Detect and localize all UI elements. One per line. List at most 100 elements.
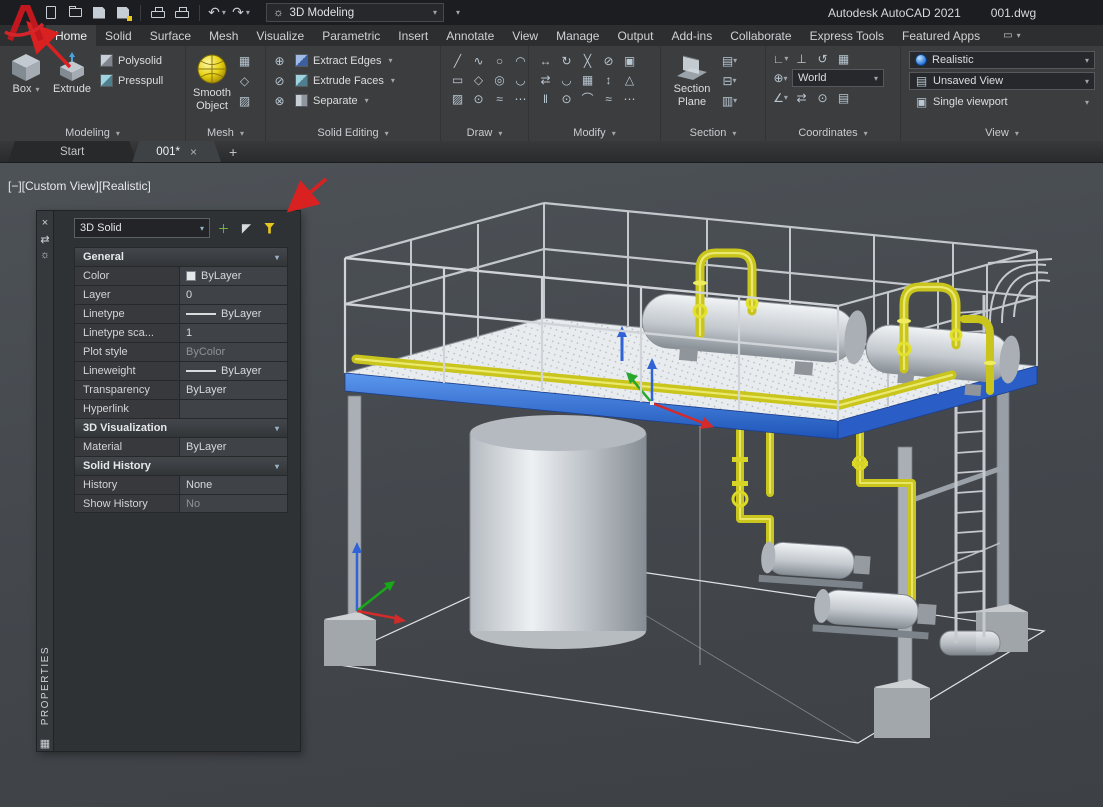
tab-manage[interactable]: Manage [547, 25, 608, 46]
extract-edges-button[interactable]: Extract Edges ▾ [292, 52, 398, 69]
modify-more-icon[interactable]: ⋯ [620, 90, 639, 107]
color-value[interactable]: ByLayer [179, 267, 287, 285]
subtract-icon[interactable]: ⊘ [270, 72, 289, 89]
ucs-dropdown[interactable]: World ▾ [792, 69, 884, 87]
save-icon[interactable] [88, 3, 110, 23]
extrude-faces-button[interactable]: Extrude Faces ▾ [292, 72, 398, 89]
line-icon[interactable]: ╱ [448, 52, 467, 69]
tab-featured-apps[interactable]: Featured Apps [893, 25, 989, 46]
mirror-icon[interactable]: ⇄ [536, 71, 555, 88]
hatch-icon[interactable]: ▨ [448, 90, 467, 107]
save-as-icon[interactable] [112, 3, 134, 23]
ucs-3point-icon[interactable]: ⇄ [792, 89, 811, 106]
arc-icon[interactable]: ◠ [511, 52, 530, 69]
palette-grid-icon[interactable]: ▦ [40, 735, 50, 751]
workspace-selector[interactable]: ☼ 3D Modeling ▾ [266, 3, 444, 22]
box-button[interactable]: Box ▾ [3, 48, 49, 123]
tab-surface[interactable]: Surface [141, 25, 200, 46]
show-history-value[interactable]: No [179, 495, 287, 512]
presspull-button[interactable]: Presspull [97, 72, 166, 89]
quick-select-icon[interactable] [260, 219, 279, 237]
undo-icon[interactable]: ↶ ▾ [206, 3, 228, 23]
tab-home[interactable]: Home [46, 25, 97, 46]
mesh-smooth-more-icon[interactable]: ▨ [235, 92, 254, 109]
join-icon[interactable]: ⌒ [578, 90, 597, 107]
ucs-view-icon[interactable]: ▤ [834, 89, 853, 106]
panel-label-section[interactable]: Section ▾ [661, 125, 765, 141]
tab-annotate[interactable]: Annotate [437, 25, 503, 46]
object-type-dropdown[interactable]: 3D Solid ▾ [74, 218, 210, 238]
ucs-world-icon[interactable]: ⊕ ▾ [771, 70, 790, 87]
spline-icon[interactable]: ≈ [490, 90, 509, 107]
tab-insert[interactable]: Insert [389, 25, 437, 46]
viewport-config-dropdown[interactable]: ▣ Single viewport ▾ [909, 93, 1095, 111]
open-file-icon[interactable] [64, 3, 86, 23]
tab-solid[interactable]: Solid [96, 25, 141, 46]
ucs-icon[interactable]: ∟ ▾ [771, 50, 790, 67]
palette-titlebar[interactable]: × ⇄ ☼ PROPERTIES ▦ [36, 210, 54, 752]
stretch-icon[interactable]: ↕ [599, 71, 618, 88]
mesh-crease-icon[interactable]: ◇ [235, 72, 254, 89]
smooth-object-button[interactable]: Smooth Object [189, 48, 235, 123]
batch-plot-icon[interactable] [171, 3, 193, 23]
section-settings-icon[interactable]: ▥ ▾ [720, 92, 739, 109]
panel-label-draw[interactable]: Draw ▾ [441, 125, 528, 141]
polyline-icon[interactable]: ∿ [469, 52, 488, 69]
panel-label-mesh[interactable]: Mesh ▾ [186, 125, 265, 141]
tab-visualize[interactable]: Visualize [247, 25, 313, 46]
file-tab-start[interactable]: Start [8, 141, 136, 162]
palette-close-icon[interactable]: × [42, 215, 48, 231]
vertical-tank[interactable] [469, 415, 647, 649]
panel-label-modify[interactable]: Modify ▾ [529, 125, 660, 141]
extrude-button[interactable]: Extrude [49, 48, 95, 123]
palette-autohide-icon[interactable]: ⇄ [40, 231, 49, 247]
polygon-icon[interactable]: ◇ [469, 71, 488, 88]
lineweight-value[interactable]: ByLayer [179, 362, 287, 380]
panel-label-modeling[interactable]: Modeling ▾ [0, 125, 185, 141]
circle-icon[interactable]: ○ [490, 52, 509, 69]
close-doc-icon[interactable]: × [190, 145, 197, 159]
generate-section-icon[interactable]: ⊟ ▾ [720, 72, 739, 89]
erase-icon[interactable]: ⊘ [599, 52, 618, 69]
offset-icon[interactable]: ‖ [536, 90, 555, 107]
section-3d-visualization[interactable]: 3D Visualization ▾ [74, 418, 288, 437]
tab-output[interactable]: Output [608, 25, 662, 46]
union-icon[interactable]: ⊕ [270, 52, 289, 69]
qat-customize-icon[interactable]: ▾ [446, 3, 468, 23]
redo-icon[interactable]: ↷ ▾ [230, 3, 252, 23]
tab-express-tools[interactable]: Express Tools [801, 25, 893, 46]
panel-label-solid-editing[interactable]: Solid Editing ▾ [266, 125, 440, 141]
section-plane-button[interactable]: Section Plane [664, 48, 720, 123]
transparency-value[interactable]: ByLayer [179, 381, 287, 399]
intersect-icon[interactable]: ⊗ [270, 92, 289, 109]
tab-add-ins[interactable]: Add-ins [663, 25, 722, 46]
mesh-refine-icon[interactable]: ▦ [235, 52, 254, 69]
break-icon[interactable]: ≈ [599, 90, 618, 107]
front-left-column[interactable] [324, 395, 376, 666]
ucs-previous-icon[interactable]: ↺ [813, 50, 832, 67]
copy-icon[interactable]: ▣ [620, 52, 639, 69]
section-solid-history[interactable]: Solid History ▾ [74, 456, 288, 475]
layer-value[interactable]: 0 [179, 286, 287, 304]
ellipse-icon[interactable]: ◎ [490, 71, 509, 88]
autocad-logo[interactable] [4, 1, 44, 45]
polysolid-button[interactable]: Polysolid [97, 52, 166, 69]
tab-view[interactable]: View [503, 25, 547, 46]
ribbon-display-toggle[interactable]: ▭ ▾ [1003, 25, 1020, 46]
hyperlink-value[interactable] [179, 400, 287, 418]
new-drawing-tab-icon[interactable]: + [229, 144, 237, 160]
rectangle-icon[interactable]: ▭ [448, 71, 467, 88]
front-right-column[interactable] [874, 446, 930, 738]
ucs-origin-icon[interactable]: ∠ ▾ [771, 89, 790, 106]
ucs-z-axis-icon[interactable]: ⊥ [792, 50, 811, 67]
panel-label-view[interactable]: View ▾ [901, 125, 1103, 141]
linetype-value[interactable]: ByLayer [179, 305, 287, 323]
palette-settings-icon[interactable]: ☼ [40, 247, 50, 263]
named-view-dropdown[interactable]: ▤ Unsaved View ▾ [909, 72, 1095, 90]
scale-icon[interactable]: △ [620, 71, 639, 88]
array-icon[interactable]: ▦ [578, 71, 597, 88]
viewport-controls-label[interactable]: [−][Custom View][Realistic] [8, 179, 151, 193]
select-objects-icon[interactable]: ◤ [237, 219, 256, 237]
draw-more-icon[interactable]: ⋯ [511, 90, 530, 107]
panel-label-coordinates[interactable]: Coordinates ▾ [766, 125, 900, 141]
